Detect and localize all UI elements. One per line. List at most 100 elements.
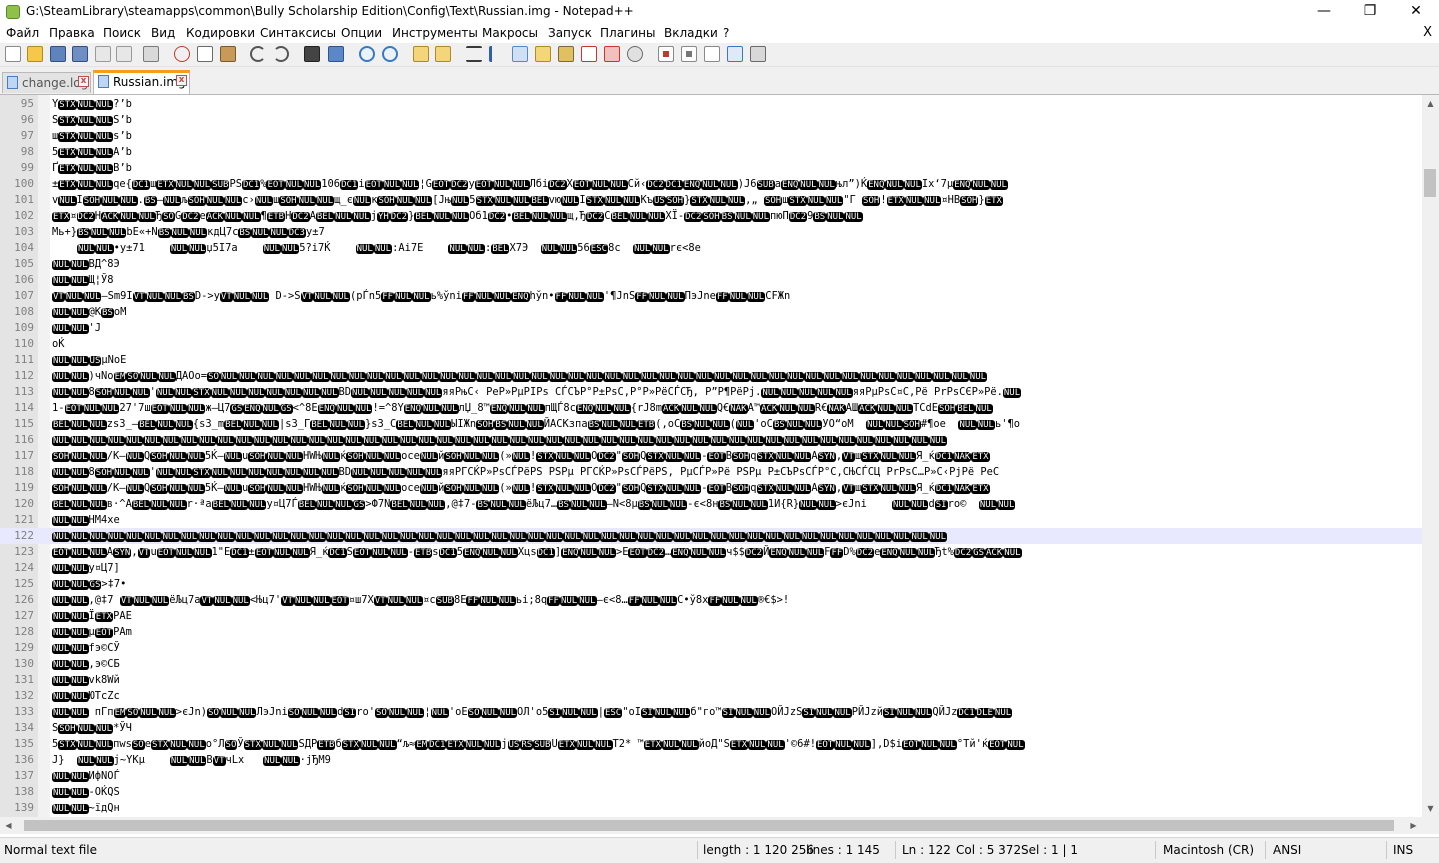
editor-line[interactable]: 121 NUL NULНМ4xe: [0, 512, 1422, 528]
tab-change-log[interactable]: change.log x: [2, 72, 91, 93]
doc-map-icon[interactable]: [558, 46, 574, 62]
menu-file[interactable]: Файл: [6, 26, 39, 40]
editor-line[interactable]: 124 NUL NULy¤Ц7]: [0, 560, 1422, 576]
editor-line[interactable]: 128 NUL NULµEOTPAm: [0, 624, 1422, 640]
close-all-icon[interactable]: [116, 46, 132, 62]
close-icon[interactable]: [95, 46, 111, 62]
monitoring-icon[interactable]: [627, 46, 643, 62]
status-sel[interactable]: Sel : 1 | 1: [1021, 838, 1078, 862]
editor-line[interactable]: 123 EOT NUL NULASYN,VTuEOT NUL NUL1"EDC1±EOT N…: [0, 544, 1422, 560]
menu-macro[interactable]: Макросы: [482, 26, 538, 40]
editor-line[interactable]: 110 oЌ: [0, 336, 1422, 352]
folder-workspace-icon[interactable]: [604, 46, 620, 62]
copy-icon[interactable]: [197, 46, 213, 62]
run-macro-multiple-icon[interactable]: [727, 46, 743, 62]
editor-line[interactable]: 134 SSOH NUL NUL*ЎЧ: [0, 720, 1422, 736]
replace-icon[interactable]: [328, 46, 344, 62]
editor-line[interactable]: 96 SSTX NUL NULS’b: [0, 112, 1422, 128]
editor-line[interactable]: 129 NUL NULfэ©CЎ: [0, 640, 1422, 656]
editor-line[interactable]: 130 NUL NUL,э©CБ: [0, 656, 1422, 672]
editor-line[interactable]: 109 NUL NUL'J: [0, 320, 1422, 336]
record-macro-icon[interactable]: [658, 46, 674, 62]
editor-line[interactable]: 113 NUL NUL8SOH NUL NUL'NUL NUL STX NUL NUL NUL NU…: [0, 384, 1422, 400]
editor-line[interactable]: 139 NUL NUL~їдQн: [0, 800, 1422, 816]
editor-line[interactable]: 135 5STX NUL NULпwsSOeSTX NUL NULo°ЛSOЎSTX NUL…: [0, 736, 1422, 752]
editor-line[interactable]: 125 NUL NUL GS>‡7•: [0, 576, 1422, 592]
minimize-button[interactable]: —: [1301, 0, 1347, 24]
menu-encoding[interactable]: Кодировки: [186, 26, 255, 40]
tab-close-icon[interactable]: x: [78, 76, 89, 87]
editor-line[interactable]: 119 SOH NUL NUL/K—NULQSOH NUL NUL5Ќ—NULuSOH NU…: [0, 480, 1422, 496]
cut-icon[interactable]: [174, 46, 190, 62]
editor-line[interactable]: 99 ҐETX NUL NULB’b: [0, 160, 1422, 176]
editor-line[interactable]: 136 J} NUL NULј~YKµ NUL NULBVTчLx NUL NUL·jЂ…: [0, 752, 1422, 768]
editor-line[interactable]: 112 NUL NUL)чNoEM SO NUL NULДАОо=SO NUL NUL NUL N…: [0, 368, 1422, 384]
menu-settings[interactable]: Опции: [341, 26, 382, 40]
editor-line[interactable]: 104 NUL NUL•y±71 NUL NULџ5I7a NUL NUL5?i7Ќ …: [0, 240, 1422, 256]
editor-line[interactable]: 116 NUL NUL NUL NUL NUL NUL NUL NUL NUL NUL NUL NUL N…: [0, 432, 1422, 448]
play-macro-icon[interactable]: [704, 46, 720, 62]
tab-close-icon[interactable]: x: [176, 75, 187, 86]
status-eol[interactable]: Macintosh (CR): [1163, 838, 1254, 862]
zoom-out-icon[interactable]: [382, 46, 398, 62]
scroll-down-icon[interactable]: ▼: [1422, 800, 1439, 817]
menu-tools[interactable]: Инструменты: [392, 26, 478, 40]
editor-line[interactable]: 131 NUL NULvk8Wй: [0, 672, 1422, 688]
menu-run[interactable]: Запуск: [548, 26, 592, 40]
scroll-up-icon[interactable]: ▲: [1422, 95, 1439, 112]
editor-line[interactable]: 126 NUL NUL,@‡7 VT NUL NULёЉц7aVT NUL NUL<Њц7'…: [0, 592, 1422, 608]
editor-line[interactable]: 111 NUL NUL USµNoE: [0, 352, 1422, 368]
close-window-button[interactable]: ✕: [1393, 0, 1439, 24]
redo-icon[interactable]: [273, 46, 289, 62]
status-col[interactable]: Col : 5 372: [956, 838, 1021, 862]
editor-line[interactable]: 103 Mь+}BS NUL NULbE«+NBS NUL NULкдЦ7cBS NUL NU…: [0, 224, 1422, 240]
indent-guide-icon[interactable]: [512, 46, 528, 62]
editor-line[interactable]: 138 NUL NUL-OЌQS: [0, 784, 1422, 800]
editor-line[interactable]: 101 vNULISOH NUL NUL.BS—NULљSOH NUL NULc›NULш…: [0, 192, 1422, 208]
editor-line[interactable]: 100 ±ETX NUL NULqe{DC1шETX NUL NUL SUBPSDC1%EO…: [0, 176, 1422, 192]
menu-edit[interactable]: Правка: [49, 26, 95, 40]
editor-line[interactable]: 137 NUL NULИфNOЃ: [0, 768, 1422, 784]
editor-line[interactable]: 108 NUL NUL@KBSoM: [0, 304, 1422, 320]
scroll-right-icon[interactable]: ▶: [1405, 817, 1422, 834]
editor-line[interactable]: 115 BEL NUL NULzs3_—BEL NUL NUL{s3_mBEL NUL NUL…: [0, 416, 1422, 432]
editor-line[interactable]: 117 SOH NUL NUL/K—NULQSOH NUL NUL5Ќ—NULuSOH NU…: [0, 448, 1422, 464]
menu-search[interactable]: Поиск: [103, 26, 141, 40]
sync-vertical-icon[interactable]: [413, 46, 429, 62]
zoom-in-icon[interactable]: [359, 46, 375, 62]
function-list-icon[interactable]: [581, 46, 597, 62]
stop-macro-icon[interactable]: [681, 46, 697, 62]
menu-window[interactable]: Вкладки: [664, 26, 718, 40]
editor-line[interactable]: 114 1-EOT NUL NUL27'7шEOT NUL NULж—Ц7GS ENQ NUL…: [0, 400, 1422, 416]
menu-help[interactable]: ?: [723, 26, 729, 40]
editor-line[interactable]: 105 NUL NULВД^8Э: [0, 256, 1422, 272]
scroll-left-icon[interactable]: ◀: [0, 817, 17, 834]
save-icon[interactable]: [50, 46, 66, 62]
show-all-chars-icon[interactable]: [489, 46, 505, 62]
open-file-icon[interactable]: [27, 46, 43, 62]
menu-view[interactable]: Вид: [151, 26, 175, 40]
editor-line[interactable]: 95 YSTX NUL NUL?’b: [0, 96, 1422, 112]
udl-icon[interactable]: [535, 46, 551, 62]
horizontal-scroll-thumb[interactable]: [24, 820, 1394, 831]
undo-icon[interactable]: [250, 46, 266, 62]
paste-icon[interactable]: [220, 46, 236, 62]
vertical-scrollbar[interactable]: ▲ ▼: [1422, 95, 1439, 817]
editor-line[interactable]: 133 NUL NUL пГпEM SO NUL NUL>єJn)SO NUL NULЛэJn…: [0, 704, 1422, 720]
editor-line[interactable]: 120 BEL NUL NULв·^ABEL NUL NULr·ªaBEL NUL NULy¤…: [0, 496, 1422, 512]
word-wrap-icon[interactable]: [466, 46, 482, 62]
new-file-icon[interactable]: [5, 46, 21, 62]
menu-plugins[interactable]: Плагины: [600, 26, 655, 40]
editor-line[interactable]: 102 ETX¤DC2HACK NUL NULЂSOGDC2eACK NUL NUL¶ET…: [0, 208, 1422, 224]
status-insert-mode[interactable]: INS: [1393, 838, 1413, 862]
editor-line[interactable]: 127 NUL NULЇETXPAE: [0, 608, 1422, 624]
editor-line[interactable]: 98 5ETX NUL NULA’b: [0, 144, 1422, 160]
find-icon[interactable]: [304, 46, 320, 62]
editor-line[interactable]: 97 шSTX NUL NULs’b: [0, 128, 1422, 144]
status-encoding[interactable]: ANSI: [1273, 838, 1301, 862]
horizontal-scrollbar[interactable]: ◀ ▶: [0, 817, 1422, 834]
tab-russian-img[interactable]: Russian.img x: [93, 70, 190, 94]
vertical-scroll-thumb[interactable]: [1424, 169, 1436, 197]
save-all-icon[interactable]: [72, 46, 88, 62]
maximize-button[interactable]: ❐: [1347, 0, 1393, 24]
